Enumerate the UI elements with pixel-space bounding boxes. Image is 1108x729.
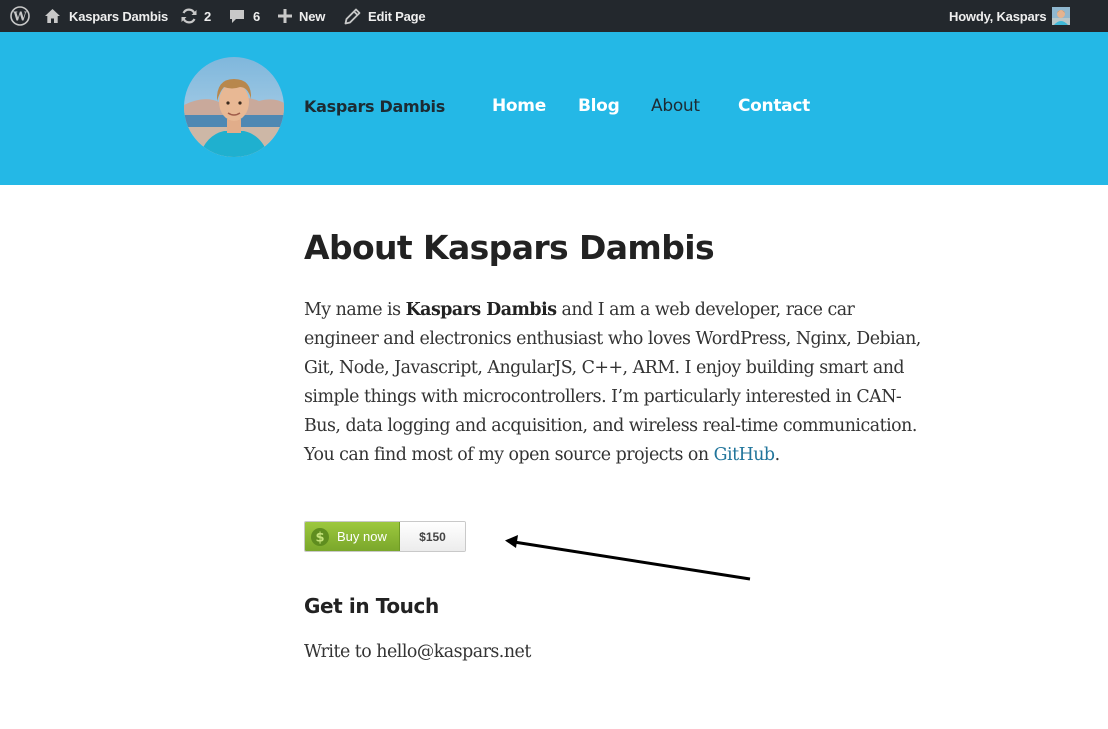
admin-bar-updates[interactable]: 2 [180,0,211,32]
new-label: New [299,8,326,24]
updates-icon [180,7,198,25]
avatar[interactable] [184,57,284,157]
github-link[interactable]: GitHub [714,445,775,465]
intro-text-start: My name is [304,300,406,320]
price-label: $150 [400,522,465,551]
nav-home[interactable]: Home [492,96,546,116]
gumroad-dollar-icon: $ [310,527,330,547]
pencil-icon [344,8,361,25]
intro-text-end: . [774,445,781,465]
wordpress-logo-icon[interactable]: W [10,0,30,32]
howdy-greeting: Howdy, Kaspars [949,8,1047,24]
edit-page-label: Edit Page [368,8,426,24]
nav-contact[interactable]: Contact [738,96,810,116]
updates-count: 2 [204,8,212,24]
home-icon [44,8,61,24]
site-title[interactable]: Kaspars Dambis [304,97,445,116]
comments-icon [229,8,245,24]
nav-about[interactable]: About [651,96,700,116]
admin-bar-new[interactable]: New [278,0,325,32]
admin-bar-edit-page[interactable]: Edit Page [344,0,426,32]
buy-now-button[interactable]: $ Buy now [305,522,400,551]
buy-now-widget[interactable]: $ Buy now $150 [304,521,466,552]
contact-text: Write to hello@kaspars.net [304,642,531,662]
admin-bar-account[interactable]: Howdy, Kaspars [949,0,1071,32]
plus-icon [278,9,292,23]
intro-paragraph: My name is Kaspars Dambis and I am a web… [304,296,924,470]
get-in-touch-heading: Get in Touch [304,594,439,618]
svg-text:$: $ [315,530,324,545]
user-avatar-icon [1052,7,1071,25]
intro-text-body: and I am a web developer, race car engin… [304,300,921,465]
page-title: About Kaspars Dambis [304,228,715,267]
admin-bar-site-name: Kaspars Dambis [69,8,169,24]
annotation-arrow [505,535,751,581]
admin-bar-comments[interactable]: 6 [229,0,260,32]
admin-bar: W Kaspars Dambis 2 6 New Edit Page Howdy… [0,0,1108,32]
svg-text:W: W [12,10,27,24]
site-header: Kaspars Dambis Home Blog About Contact [0,32,1108,185]
admin-bar-site-link[interactable]: Kaspars Dambis [44,0,168,32]
nav-blog[interactable]: Blog [578,96,620,116]
buy-now-label: Buy now [337,529,387,544]
intro-name-bold: Kaspars Dambis [405,300,557,320]
comments-count: 6 [253,8,261,24]
